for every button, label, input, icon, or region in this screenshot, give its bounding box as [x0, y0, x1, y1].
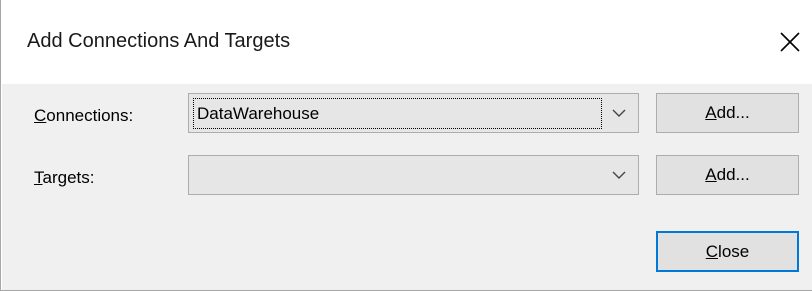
dialog-body: Connections: DataWarehouse Add... Target…: [2, 84, 812, 290]
targets-combobox[interactable]: [188, 155, 639, 195]
connections-dropdown-button[interactable]: [606, 94, 632, 132]
title-close-button[interactable]: [767, 20, 812, 64]
connections-label: Connections:: [34, 106, 134, 125]
chevron-down-icon: [612, 171, 626, 179]
targets-selected-value: [193, 160, 602, 191]
close-button[interactable]: Close: [656, 231, 799, 272]
title-bar: Add Connections And Targets: [1, 0, 812, 84]
close-icon: [780, 32, 800, 52]
targets-label: Targets:: [34, 168, 95, 187]
targets-add-button[interactable]: Add...: [656, 155, 799, 195]
add-connections-dialog: Add Connections And Targets Connections:…: [0, 0, 812, 291]
chevron-down-icon: [612, 109, 626, 117]
targets-dropdown-button[interactable]: [606, 156, 632, 194]
connections-add-button[interactable]: Add...: [656, 93, 799, 133]
dialog-title: Add Connections And Targets: [27, 30, 291, 52]
connections-selected-value: DataWarehouse: [193, 98, 602, 129]
connections-combobox[interactable]: DataWarehouse: [188, 93, 639, 133]
